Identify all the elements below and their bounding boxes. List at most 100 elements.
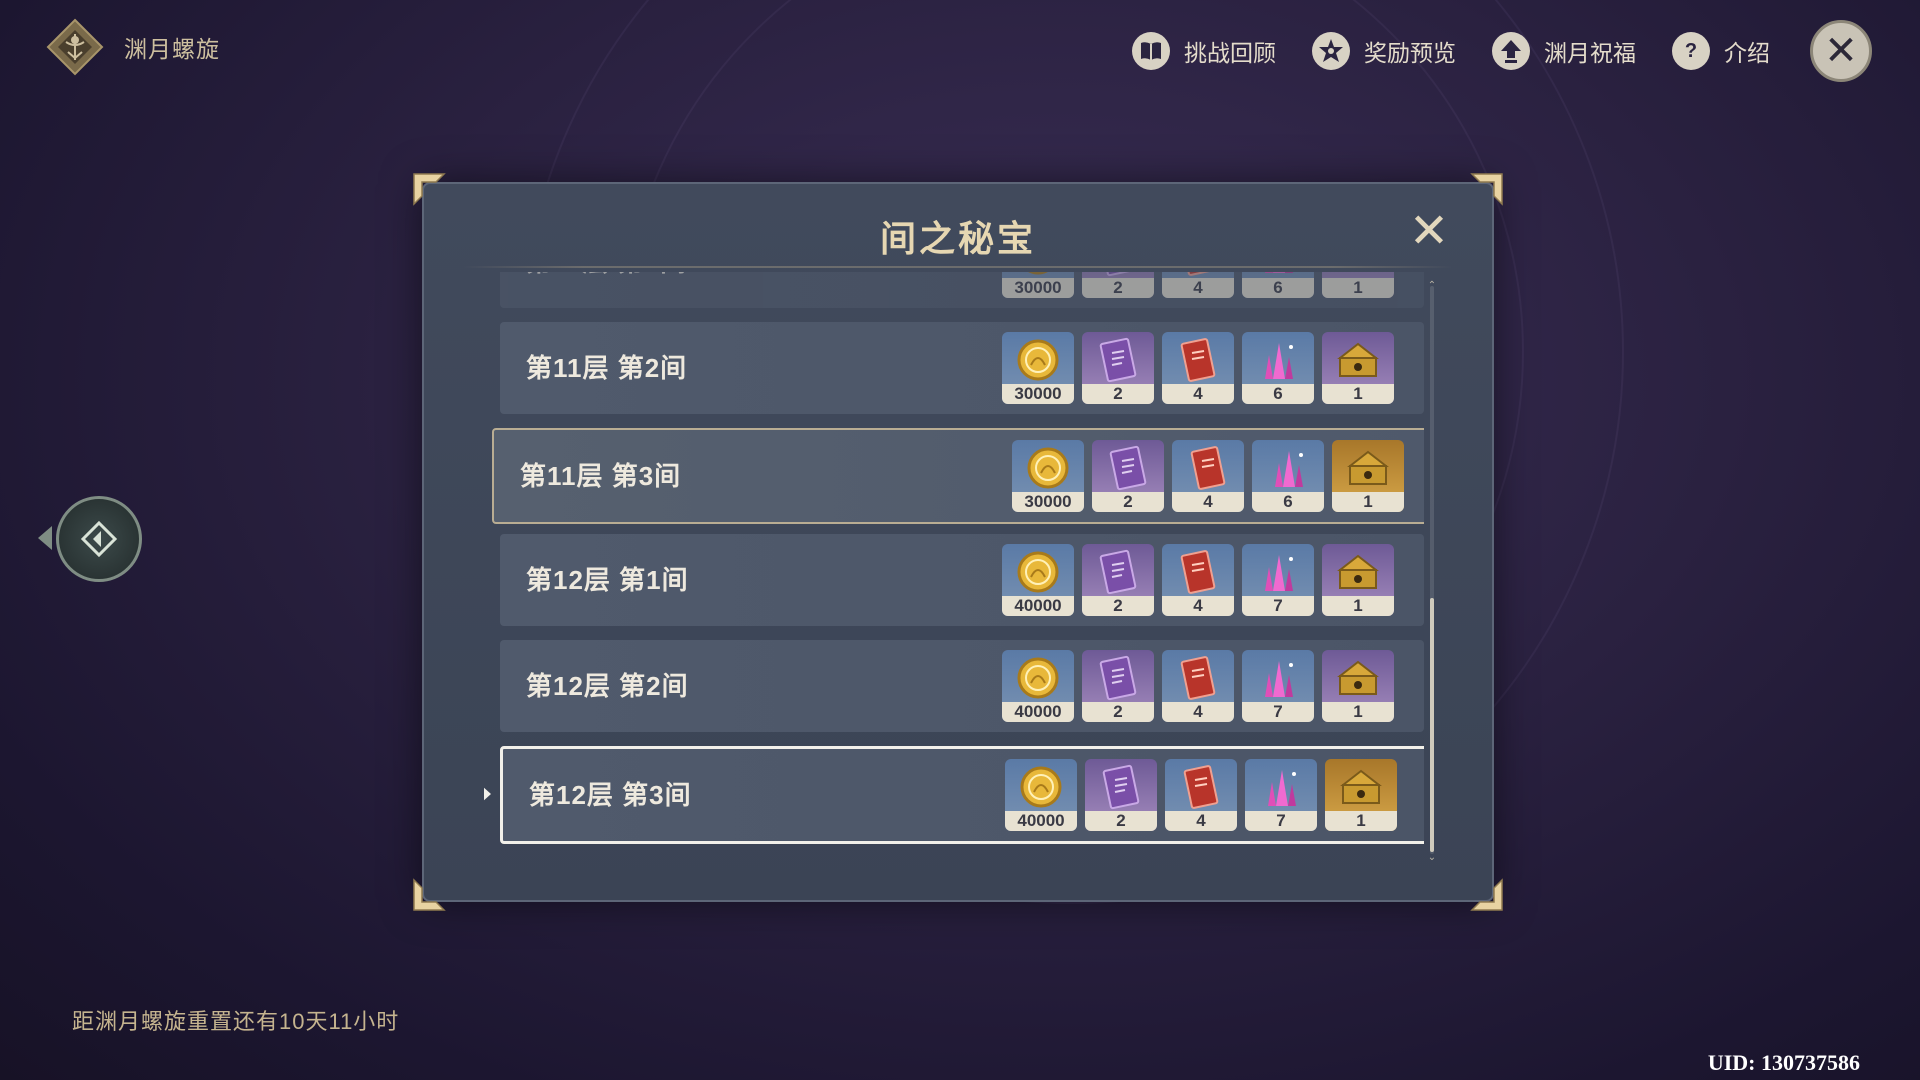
scrollbar-thumb[interactable]: [1430, 598, 1434, 852]
mora-reward[interactable]: 40000: [1002, 650, 1074, 722]
row-label: 第12层 第2间: [526, 671, 689, 701]
crystal-icon: [1242, 544, 1314, 600]
hero-wit-reward[interactable]: 2: [1085, 759, 1157, 831]
uid-label: UID: 130737586: [1707, 1050, 1860, 1075]
reward-count: 4: [1162, 384, 1234, 404]
row-label: 第11层 第3间: [520, 461, 682, 491]
mystic-ore-reward[interactable]: 4: [1162, 332, 1234, 404]
crystal-reward[interactable]: 6: [1242, 332, 1314, 404]
mystic-ore-reward[interactable]: 4: [1165, 759, 1237, 831]
close-icon: ✕: [1824, 29, 1858, 73]
reward-count: 7: [1245, 811, 1317, 831]
reward-count: 1: [1325, 811, 1397, 831]
mystic-ore-icon: [1162, 544, 1234, 600]
reward-row[interactable]: 第12层 第3间 40000 2 4 7 1: [484, 746, 1424, 844]
chest-reward[interactable]: 1: [1322, 544, 1394, 616]
mora-reward[interactable]: 30000: [1002, 332, 1074, 404]
reward-dialog: 间之秘宝 ✕ 第11层 第1间300002461第11层 第2间30000246…: [413, 173, 1503, 911]
reward-list[interactable]: 第11层 第1间300002461第11层 第2间300002461第11层 第…: [484, 272, 1424, 858]
crystal-icon: [1242, 332, 1314, 388]
reward-count: 30000: [1012, 492, 1084, 512]
reward-count: 4: [1162, 278, 1234, 298]
reward-count: 30000: [1002, 384, 1074, 404]
top-bar: 渊月螺旋 挑战回顾 奖励预览 渊月祝福 ? 介绍 ✕: [0, 0, 1920, 96]
chest-reward[interactable]: 1: [1332, 440, 1404, 512]
side-arrow-icon: [38, 526, 52, 550]
reward-count: 4: [1162, 702, 1234, 722]
chest-icon: [1325, 759, 1397, 815]
hero-wit-reward[interactable]: 2: [1092, 440, 1164, 512]
mora-reward[interactable]: 30000: [1012, 440, 1084, 512]
reward-count: 30000: [1002, 278, 1074, 298]
reset-countdown: 距渊月螺旋重置还有10天11小时: [72, 1009, 400, 1034]
hero-wit-icon: [1092, 440, 1164, 496]
mystic-ore-reward[interactable]: 4: [1162, 650, 1234, 722]
nav-label: 奖励预览: [1364, 40, 1456, 66]
nav-challenge-review[interactable]: 挑战回顾: [1132, 32, 1276, 70]
chest-reward[interactable]: 1: [1322, 650, 1394, 722]
star-badge-icon: [1312, 32, 1350, 70]
crystal-reward[interactable]: 7: [1242, 544, 1314, 616]
top-nav: 挑战回顾 奖励预览 渊月祝福 ? 介绍 ✕: [1132, 20, 1872, 82]
reward-row[interactable]: 第11层 第2间 30000 2 4 6 1: [500, 322, 1424, 414]
reward-count: 40000: [1002, 702, 1074, 722]
nav-reward-preview[interactable]: 奖励预览: [1312, 32, 1456, 70]
reward-count: 2: [1082, 702, 1154, 722]
reward-count: 40000: [1005, 811, 1077, 831]
reward-count: 1: [1322, 702, 1394, 722]
corner-ornament-icon: [1470, 172, 1504, 206]
mora-reward[interactable]: 40000: [1005, 759, 1077, 831]
chest-icon: [1322, 332, 1394, 388]
nav-abyss-blessing[interactable]: 渊月祝福: [1492, 32, 1636, 70]
chest-reward[interactable]: 1: [1322, 332, 1394, 404]
nav-label: 渊月祝福: [1544, 40, 1636, 66]
hero-wit-icon: [1085, 759, 1157, 815]
mystic-ore-icon: [1162, 332, 1234, 388]
nav-label: 挑战回顾: [1184, 40, 1276, 66]
mystic-ore-reward[interactable]: 4: [1162, 272, 1234, 298]
corner-ornament-icon: [412, 172, 446, 206]
row-label: 第11层 第1间: [526, 272, 687, 308]
reward-row[interactable]: 第12层 第2间 40000 2 4 7 1: [500, 640, 1424, 732]
mora-reward[interactable]: 30000: [1002, 272, 1074, 298]
reward-count: 2: [1092, 492, 1164, 512]
mystic-ore-icon: [1172, 440, 1244, 496]
crystal-reward[interactable]: 7: [1245, 759, 1317, 831]
row-label: 第12层 第1间: [526, 565, 689, 595]
chest-reward[interactable]: 1: [1325, 759, 1397, 831]
reward-row[interactable]: 第11层 第1间 30000 2461: [500, 272, 1424, 308]
mystic-ore-reward[interactable]: 4: [1162, 544, 1234, 616]
crystal-reward[interactable]: 6: [1242, 272, 1314, 298]
hero-wit-reward[interactable]: 2: [1082, 650, 1154, 722]
reward-row[interactable]: 第12层 第1间 40000 2 4 7 1: [500, 534, 1424, 626]
page-title: 渊月螺旋: [124, 36, 220, 62]
close-button[interactable]: ✕: [1810, 20, 1872, 82]
hero-wit-reward[interactable]: 2: [1082, 332, 1154, 404]
reward-count: 4: [1162, 596, 1234, 616]
reward-count: 7: [1242, 702, 1314, 722]
side-nav-button[interactable]: [56, 496, 142, 582]
mora-icon: [1002, 650, 1074, 706]
reward-count: 2: [1082, 278, 1154, 298]
brand: 渊月螺旋: [46, 18, 220, 76]
chest-reward[interactable]: 1: [1322, 272, 1394, 298]
reward-count: 6: [1242, 384, 1314, 404]
crystal-reward[interactable]: 6: [1252, 440, 1324, 512]
nav-introduction[interactable]: ? 介绍: [1672, 32, 1770, 70]
reward-icons: 30000 2 4 6 1: [1002, 272, 1394, 298]
reward-icons: 30000 2 4 6 1: [1002, 332, 1394, 404]
hero-wit-reward[interactable]: 2: [1082, 544, 1154, 616]
hero-wit-reward[interactable]: 2: [1082, 272, 1154, 298]
crystal-reward[interactable]: 7: [1242, 650, 1314, 722]
chest-icon: [1332, 440, 1404, 496]
mystic-ore-reward[interactable]: 4: [1172, 440, 1244, 512]
reward-count: 1: [1322, 384, 1394, 404]
row-label: 第11层 第2间: [526, 353, 688, 383]
mora-reward[interactable]: 40000: [1002, 544, 1074, 616]
spiral-icon: [80, 520, 118, 558]
mora-icon: [1002, 332, 1074, 388]
chest-icon: [1322, 650, 1394, 706]
close-icon: ✕: [1408, 205, 1450, 258]
reward-row[interactable]: 第11层 第3间 30000 2 4 6 1: [492, 428, 1424, 524]
dialog-close-button[interactable]: ✕: [1406, 208, 1452, 256]
